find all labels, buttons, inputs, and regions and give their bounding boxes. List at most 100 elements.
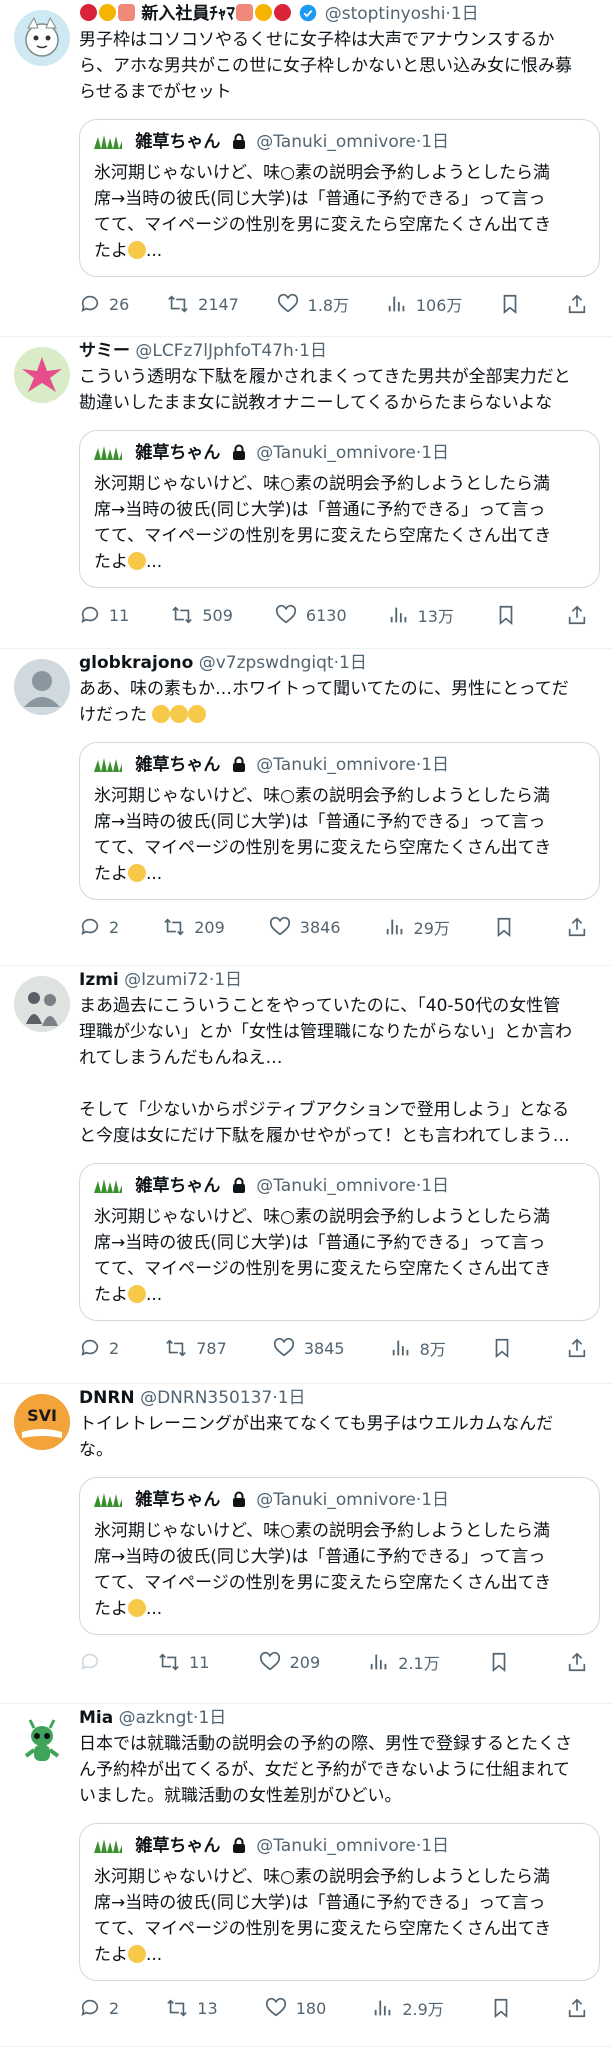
bookmark-icon — [503, 294, 517, 315]
avatar[interactable] — [14, 659, 70, 715]
quoted-handle: @Tanuki_omnivore — [256, 132, 416, 152]
rose-emoji-icon — [273, 4, 291, 21]
bookmark-button[interactable] — [495, 604, 525, 626]
reply-icon — [81, 606, 99, 623]
timestamp[interactable]: 1日 — [451, 4, 479, 24]
repost-button[interactable]: 11 — [157, 1651, 209, 1673]
avatar[interactable] — [14, 1714, 70, 1770]
reply-count: 2 — [109, 917, 120, 937]
repost-button[interactable]: 209 — [162, 916, 225, 938]
post[interactable]: 新入社員ﾁｬﾏ @stoptinyoshi·1日 男子枠はコソコソやるくせに女子… — [0, 0, 612, 337]
user-handle[interactable]: @DNRN350137 — [140, 1388, 272, 1408]
display-name[interactable]: globkrajono — [79, 653, 193, 673]
post[interactable]: Mia @azkngt·1日 日本では就職活動の説明会の予約の際、男性で登録する… — [0, 1704, 612, 2047]
lock-icon — [232, 1491, 245, 1507]
avatar[interactable]: SVI — [14, 1394, 70, 1450]
quoted-timestamp: 1日 — [421, 1176, 450, 1196]
bookmark-icon — [495, 1338, 509, 1359]
user-handle[interactable]: @LCFz7lJphfoT47h — [135, 341, 293, 361]
views-button[interactable]: 8万 — [390, 1336, 446, 1360]
reply-button[interactable]: 2 — [79, 916, 119, 938]
views-button[interactable]: 106万 — [386, 292, 462, 316]
quoted-post[interactable]: 雑草ちゃん @Tanuki_omnivore·1日 氷河期じゃないけど、味○素の… — [79, 430, 600, 588]
display-name[interactable]: 新入社員 — [141, 4, 209, 24]
like-button[interactable]: 3846 — [268, 916, 341, 938]
display-name[interactable]: Mia — [79, 1708, 113, 1728]
reply-button[interactable]: 2 — [79, 1337, 119, 1359]
action-bar: 11 209 2.1万 — [79, 1635, 600, 1689]
bookmark-button[interactable] — [499, 293, 529, 315]
user-handle[interactable]: @stoptinyoshi — [325, 4, 446, 24]
views-button[interactable]: 2.1万 — [368, 1650, 440, 1674]
display-name[interactable]: サミー — [79, 341, 130, 361]
share-button[interactable] — [566, 1651, 596, 1673]
reply-button[interactable]: 11 — [79, 604, 129, 626]
post[interactable]: globkrajono @v7zpswdngiqt·1日 ああ、味の素もか…ホワ… — [0, 649, 612, 966]
timestamp[interactable]: 1日 — [278, 1388, 306, 1408]
avatar[interactable] — [14, 976, 70, 1032]
quoted-post[interactable]: 雑草ちゃん @Tanuki_omnivore·1日 氷河期じゃないけど、味○素の… — [79, 1163, 600, 1321]
like-button[interactable]: 209 — [258, 1651, 320, 1673]
bookmark-button[interactable] — [488, 1651, 518, 1673]
reply-button[interactable]: 26 — [79, 293, 129, 315]
quoted-post[interactable]: 雑草ちゃん @Tanuki_omnivore·1日 氷河期じゃないけど、味○素の… — [79, 742, 600, 900]
like-button[interactable]: 1.8万 — [276, 292, 349, 316]
repost-button[interactable]: 509 — [170, 604, 233, 626]
post[interactable]: サミー @LCFz7lJphfoT47h·1日 こういう透明な下駄を履かされまく… — [0, 337, 612, 649]
quoted-timestamp: 1日 — [421, 443, 450, 463]
post-header: DNRN @DNRN350137·1日 — [79, 1388, 306, 1408]
views-button[interactable]: 2.9万 — [372, 1996, 444, 2020]
bookmark-button[interactable] — [490, 1997, 520, 2019]
reply-button[interactable]: 2 — [79, 1997, 119, 2019]
repost-button[interactable]: 787 — [164, 1337, 227, 1359]
reply-button[interactable] — [79, 1651, 109, 1673]
timestamp[interactable]: 1日 — [299, 341, 327, 361]
teary-face-emoji-icon — [128, 864, 146, 882]
views-button[interactable]: 29万 — [384, 915, 450, 939]
sushi-emoji-icon — [235, 4, 253, 21]
quoted-post[interactable]: 雑草ちゃん @Tanuki_omnivore·1日 氷河期じゃないけど、味○素の… — [79, 1823, 600, 1981]
user-handle[interactable]: @Izumi72 — [124, 970, 209, 990]
timestamp[interactable]: 1日 — [198, 1708, 226, 1728]
avatar[interactable] — [14, 347, 70, 403]
post[interactable]: Izmi @Izumi72·1日 まあ過去にこういうことをやっていたのに、「40… — [0, 966, 612, 1384]
like-button[interactable]: 6130 — [274, 604, 347, 626]
bookmark-button[interactable] — [493, 916, 523, 938]
display-name-suffix: ﾁｬﾏ — [209, 4, 235, 24]
action-bar: 2 787 3845 8万 — [79, 1321, 600, 1375]
share-button[interactable] — [566, 604, 596, 626]
sob-emoji-icon — [152, 705, 171, 723]
rose-emoji-icon — [80, 4, 97, 21]
views-button[interactable]: 13万 — [388, 603, 454, 627]
like-button[interactable]: 3845 — [272, 1337, 345, 1359]
quoted-post[interactable]: 雑草ちゃん @Tanuki_omnivore·1日 氷河期じゃないけど、味○素の… — [79, 119, 600, 277]
display-name[interactable]: DNRN — [79, 1388, 135, 1408]
teary-face-emoji-icon — [128, 1945, 146, 1963]
user-handle[interactable]: @azkngt — [119, 1708, 193, 1728]
repost-button[interactable]: 2147 — [166, 293, 239, 315]
post[interactable]: SVI DNRN @DNRN350137·1日 トイレトレーニングが出来てなくて… — [0, 1384, 612, 1704]
share-button[interactable] — [566, 1997, 596, 2019]
grass-emoji-icon — [94, 1493, 122, 1507]
share-button[interactable] — [566, 1337, 596, 1359]
post-text: まあ過去にこういうことをやっていたのに、「40-50代の女性管 理職が少ない」と… — [79, 996, 572, 1146]
heart-icon — [269, 916, 290, 936]
share-button[interactable] — [566, 916, 596, 938]
avatar[interactable] — [14, 10, 70, 66]
bookmark-icon — [494, 1998, 508, 2019]
timestamp[interactable]: 1日 — [214, 970, 242, 990]
timestamp[interactable]: 1日 — [339, 653, 367, 673]
repost-button[interactable]: 13 — [165, 1997, 218, 2019]
like-button[interactable]: 180 — [264, 1997, 326, 2019]
display-name[interactable]: Izmi — [79, 970, 119, 990]
bookmark-button[interactable] — [491, 1337, 521, 1359]
reply-count: 26 — [109, 294, 130, 314]
user-handle[interactable]: @v7zpswdngiqt — [199, 653, 334, 673]
reply-icon — [81, 1653, 99, 1670]
share-button[interactable] — [566, 293, 596, 315]
quoted-text: 氷河期じゃないけど、味○素の説明会予約しようとしたら満 席→当時の彼氏(同じ大学)… — [94, 786, 552, 884]
repost-icon — [166, 1339, 187, 1357]
quoted-post[interactable]: 雑草ちゃん @Tanuki_omnivore·1日 氷河期じゃないけど、味○素の… — [79, 1477, 600, 1635]
views-chart-icon — [386, 919, 402, 935]
quoted-handle: @Tanuki_omnivore — [256, 755, 416, 775]
